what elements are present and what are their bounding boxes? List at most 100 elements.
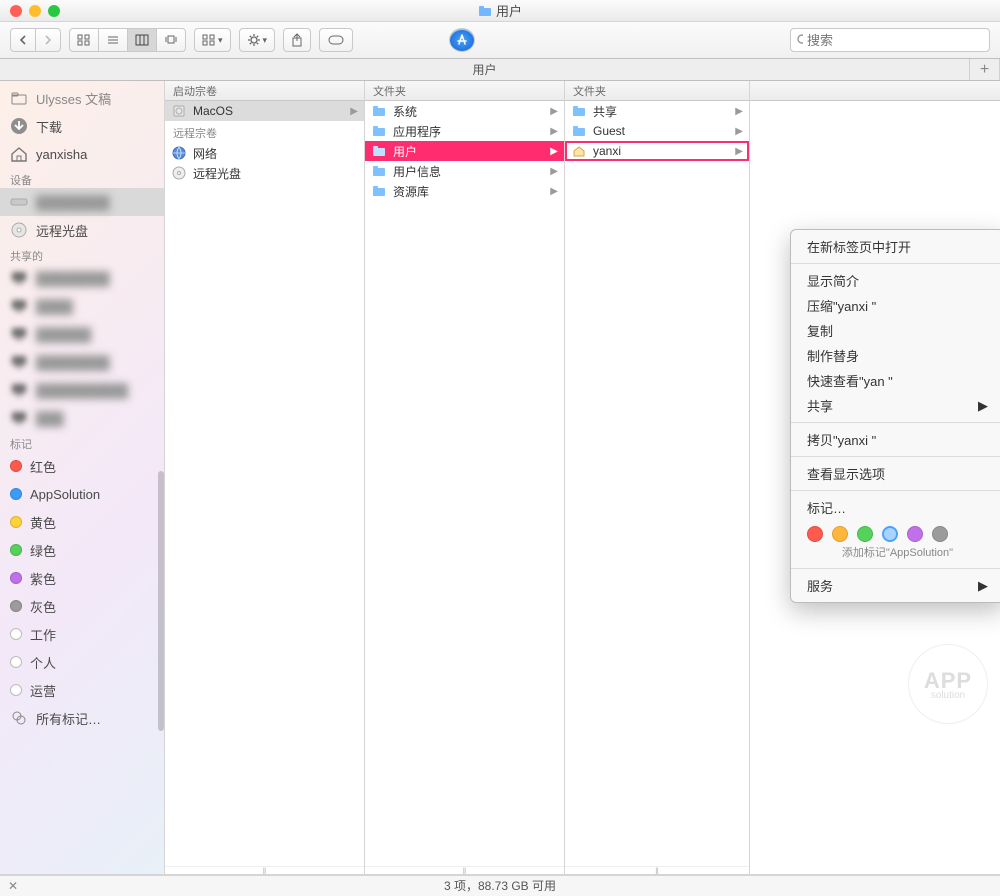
back-button[interactable] (11, 29, 36, 51)
sidebar-heading-shared: 共享的 (0, 244, 164, 264)
ctx-share[interactable]: 共享▶ (791, 393, 1000, 418)
sidebar-item-label: 灰色 (30, 597, 56, 616)
sidebar-tag-appsolution[interactable]: AppSolution (0, 480, 164, 508)
sidebar-tag-green[interactable]: 绿色 (0, 536, 164, 564)
sidebar-item-home[interactable]: yanxisha (0, 140, 164, 168)
folder-icon (571, 103, 587, 119)
column-item[interactable]: 应用程序▶ (365, 121, 564, 141)
sidebar-item-downloads[interactable]: 下载 (0, 112, 164, 140)
list-icon (106, 34, 120, 46)
column-item-network[interactable]: 网络 (165, 143, 364, 163)
separator (791, 456, 1000, 457)
column-resize[interactable]: ‖ (565, 866, 749, 874)
column-item-selected[interactable]: yanxi▶ (565, 141, 749, 161)
disc-icon (171, 165, 187, 181)
column-item[interactable]: 共享▶ (565, 101, 749, 121)
tag-red[interactable] (807, 526, 823, 542)
sidebar-item-shared[interactable]: ██████████ (0, 376, 164, 404)
sidebar-tag-purple[interactable]: 紫色 (0, 564, 164, 592)
all-tags-icon (10, 709, 28, 727)
action-button[interactable]: ▾ (239, 28, 276, 52)
sidebar-tag-yellow[interactable]: 黄色 (0, 508, 164, 536)
forward-button[interactable] (36, 29, 60, 51)
sidebar-tag-all[interactable]: 所有标记… (0, 704, 164, 732)
ctx-tag-row (791, 520, 1000, 544)
separator (791, 422, 1000, 423)
ctx-compress[interactable]: 压缩"yanxi " (791, 293, 1000, 318)
titlebar: 用户 (0, 0, 1000, 22)
chevron-right-icon: ▶ (735, 126, 743, 137)
ctx-duplicate[interactable]: 复制 (791, 318, 1000, 343)
sidebar-tag-personal[interactable]: 个人 (0, 648, 164, 676)
sidebar-tag-work[interactable]: 工作 (0, 620, 164, 648)
chevron-right-icon: ▶ (550, 166, 558, 177)
view-list-button[interactable] (99, 29, 128, 51)
sidebar-tag-gray[interactable]: 灰色 (0, 592, 164, 620)
sidebar-item-label: yanxisha (36, 147, 87, 162)
search-input[interactable] (807, 33, 983, 48)
tag-gray[interactable] (932, 526, 948, 542)
column-item[interactable]: 系统▶ (365, 101, 564, 121)
ctx-viewoptions[interactable]: 查看显示选项 (791, 461, 1000, 486)
column-resize[interactable]: ‖ (165, 866, 364, 874)
sidebar-item-label: 个人 (30, 653, 56, 672)
item-label: 远程光盘 (193, 165, 241, 182)
sidebar-item-shared[interactable]: ████████ (0, 264, 164, 292)
monitor-icon (10, 381, 28, 399)
folder-icon (371, 183, 387, 199)
sidebar-item-shared[interactable]: ███ (0, 404, 164, 432)
column-item-remotedisc[interactable]: 远程光盘 (165, 163, 364, 183)
grid-icon (77, 34, 91, 46)
sidebar-tag-red[interactable]: 红色 (0, 452, 164, 480)
sidebar-scrollbar[interactable] (158, 471, 164, 731)
separator (791, 568, 1000, 569)
ctx-copy[interactable]: 拷贝"yanxi " (791, 427, 1000, 452)
columns-icon (135, 34, 149, 46)
ctx-services[interactable]: 服务▶ (791, 573, 1000, 598)
column-item[interactable]: 用户信息▶ (365, 161, 564, 181)
sidebar-item-device[interactable]: ████████ (0, 188, 164, 216)
close-icon[interactable]: ✕ (8, 879, 18, 893)
column-item-macos[interactable]: MacOS ▶ (165, 101, 364, 121)
sidebar-item-label: 运营 (30, 681, 56, 700)
tag-blue-selected[interactable] (882, 526, 898, 542)
sidebar-item-label: 工作 (30, 625, 56, 644)
column-item[interactable]: 资源库▶ (365, 181, 564, 201)
ctx-getinfo[interactable]: 显示简介 (791, 268, 1000, 293)
folder-icon (371, 163, 387, 179)
tag-green[interactable] (857, 526, 873, 542)
sidebar-item-shared[interactable]: ██████ (0, 320, 164, 348)
column-header: 文件夹 (565, 81, 749, 101)
arrange-button[interactable]: ▾ (194, 28, 231, 52)
column-view: 启动宗卷 MacOS ▶ 远程宗卷 网络 远程光盘 ‖ (165, 81, 1000, 874)
sidebar-item-ulysses[interactable]: Ulysses 文稿 (0, 84, 164, 112)
sidebar-item-shared[interactable]: ████████ (0, 348, 164, 376)
view-coverflow-button[interactable] (157, 29, 185, 51)
ctx-open-new-tab[interactable]: 在新标签页中打开 (791, 234, 1000, 259)
column-item[interactable]: Guest▶ (565, 121, 749, 141)
tag-purple[interactable] (907, 526, 923, 542)
appstore-button[interactable] (449, 28, 475, 52)
column-item-selected[interactable]: 用户▶ (365, 141, 564, 161)
sidebar-tag-ops[interactable]: 运营 (0, 676, 164, 704)
ctx-quicklook[interactable]: 快速查看"yan " (791, 368, 1000, 393)
tag-orange[interactable] (832, 526, 848, 542)
share-button[interactable] (283, 28, 311, 52)
column-header (750, 81, 1000, 101)
view-icon-button[interactable] (70, 29, 99, 51)
view-mode (69, 28, 186, 52)
view-column-button[interactable] (128, 29, 157, 51)
tab-add[interactable]: + (970, 59, 1000, 80)
sidebar-item-shared[interactable]: ████ (0, 292, 164, 320)
tab-active[interactable]: 用户 (0, 59, 970, 80)
folder-icon (478, 4, 492, 18)
ctx-alias[interactable]: 制作替身 (791, 343, 1000, 368)
window-title: 用户 (0, 1, 1000, 20)
sidebar-item-label: ████ (36, 299, 73, 314)
search-field[interactable] (790, 28, 990, 52)
sidebar-item-remotedisc[interactable]: 远程光盘 (0, 216, 164, 244)
column-resize[interactable]: ‖ (365, 866, 564, 874)
sidebar-item-label: ████████ (36, 271, 110, 286)
tags-button[interactable] (319, 28, 353, 52)
column-header: 启动宗卷 (165, 81, 364, 101)
